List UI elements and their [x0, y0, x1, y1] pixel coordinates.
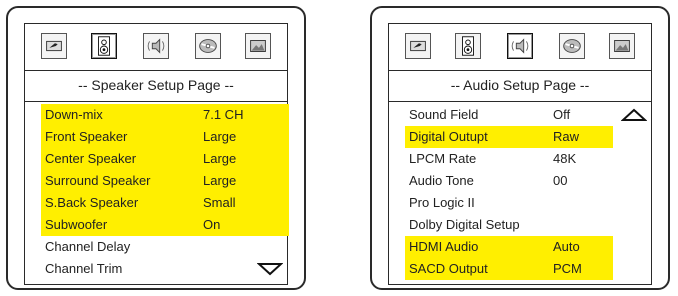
audio-setup-panel: -- Audio Setup Page -- Sound Field Off D… [370, 6, 670, 290]
list-item-subwoofer[interactable]: Subwoofer On [25, 214, 287, 236]
item-value: Large [203, 129, 237, 144]
list-item-digital-output[interactable]: Digital Outupt Raw [389, 126, 651, 148]
wrench-icon[interactable] [405, 33, 431, 59]
list-item-lpcm-rate[interactable]: LPCM Rate 48K [389, 148, 651, 170]
disc-icon[interactable] [559, 33, 585, 59]
audio-icon[interactable] [507, 33, 533, 59]
speaker-setup-panel: -- Speaker Setup Page -- Down-mix 7.1 CH… [6, 6, 306, 290]
item-label: Down-mix [45, 107, 103, 122]
scroll-up-icon[interactable] [621, 108, 647, 122]
list-item-center-speaker[interactable]: Center Speaker Large [25, 148, 287, 170]
item-value: PCM [553, 261, 582, 276]
item-label: Center Speaker [45, 151, 137, 166]
setup-toolbar [389, 24, 651, 70]
picture-icon[interactable] [609, 33, 635, 59]
picture-icon[interactable] [245, 33, 271, 59]
page-title: -- Audio Setup Page -- [389, 70, 651, 102]
list-item-s-back-speaker[interactable]: S.Back Speaker Small [25, 192, 287, 214]
item-value: Large [203, 173, 237, 188]
item-value: 48K [553, 151, 577, 166]
audio-setup-screen: -- Audio Setup Page -- Sound Field Off D… [388, 23, 652, 285]
item-label: HDMI Audio [409, 239, 479, 254]
item-value: Large [203, 151, 237, 166]
item-label: Audio Tone [409, 173, 474, 188]
item-label: Subwoofer [45, 217, 108, 232]
item-value: 7.1 CH [203, 107, 244, 122]
item-label: Pro Logic II [409, 195, 475, 210]
item-value: On [203, 217, 221, 232]
item-label: Front Speaker [45, 129, 128, 144]
item-value: Auto [553, 239, 580, 254]
item-label: Channel Trim [45, 261, 123, 276]
page-title: -- Speaker Setup Page -- [25, 70, 287, 102]
audio-icon[interactable] [143, 33, 169, 59]
list-item-front-speaker[interactable]: Front Speaker Large [25, 126, 287, 148]
item-label: Channel Delay [45, 239, 131, 254]
item-label: S.Back Speaker [45, 195, 139, 210]
item-value: Raw [553, 129, 580, 144]
speaker-setup-screen: -- Speaker Setup Page -- Down-mix 7.1 CH… [24, 23, 289, 285]
item-label: Digital Outupt [409, 129, 488, 144]
list-item-channel-delay[interactable]: Channel Delay [25, 236, 287, 258]
item-value: 00 [553, 173, 568, 188]
list-item-pro-logic-ii[interactable]: Pro Logic II [389, 192, 651, 214]
item-label: LPCM Rate [409, 151, 477, 166]
list-item-channel-trim[interactable]: Channel Trim [25, 258, 287, 280]
list-item-sacd-output[interactable]: SACD Output PCM [389, 258, 651, 280]
list-item-hdmi-audio[interactable]: HDMI Audio Auto [389, 236, 651, 258]
list-item-audio-tone[interactable]: Audio Tone 00 [389, 170, 651, 192]
item-label: Dolby Digital Setup [409, 217, 520, 232]
item-value: Small [203, 195, 236, 210]
item-label: Surround Speaker [45, 173, 151, 188]
speaker-icon[interactable] [91, 33, 117, 59]
list-item-down-mix[interactable]: Down-mix 7.1 CH [25, 104, 287, 126]
list-item-surround-speaker[interactable]: Surround Speaker Large [25, 170, 287, 192]
wrench-icon[interactable] [41, 33, 67, 59]
item-label: SACD Output [409, 261, 488, 276]
scroll-down-icon[interactable] [257, 262, 283, 276]
list-item-dolby-digital-setup[interactable]: Dolby Digital Setup [389, 214, 651, 236]
disc-icon[interactable] [195, 33, 221, 59]
item-label: Sound Field [409, 107, 479, 122]
item-value: Off [553, 107, 571, 122]
list-item-sound-field[interactable]: Sound Field Off [389, 104, 651, 126]
setup-toolbar [25, 24, 287, 70]
speaker-icon[interactable] [455, 33, 481, 59]
